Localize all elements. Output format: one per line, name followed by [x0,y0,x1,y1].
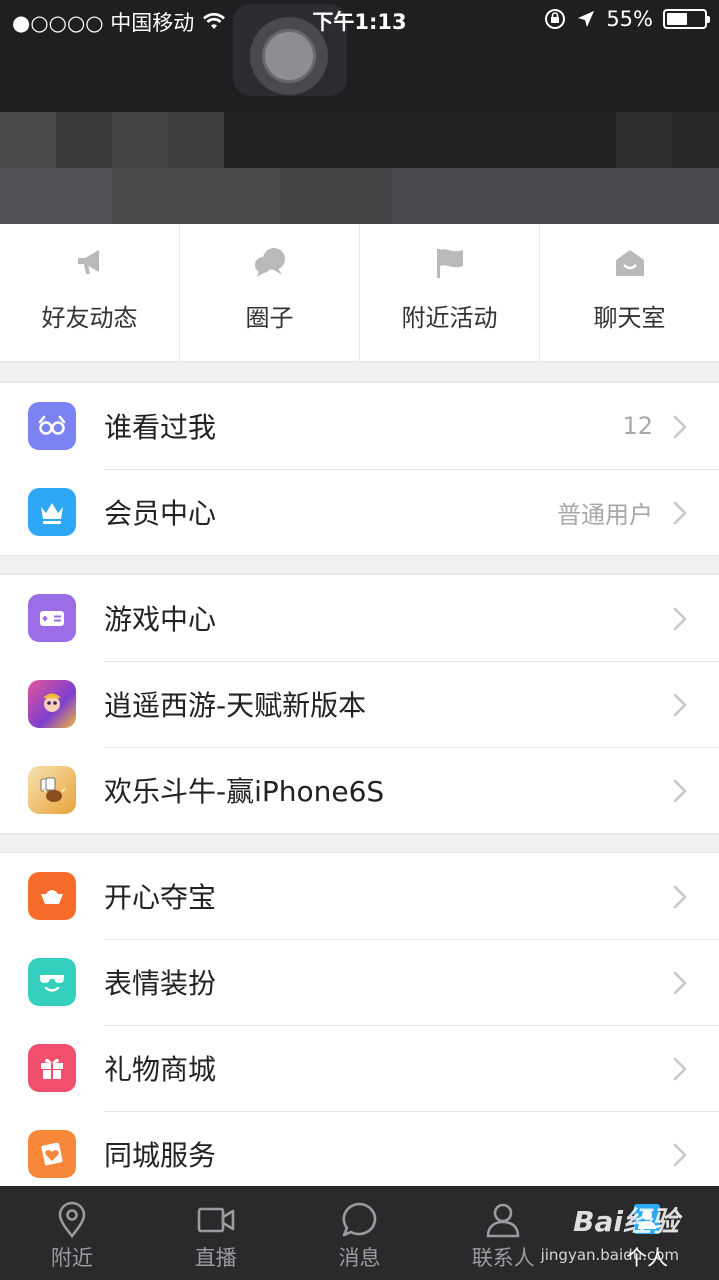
row-label: 欢乐斗牛-赢iPhone6S [104,775,385,808]
tab-messages[interactable]: 消息 [288,1186,432,1280]
quick-actions: 好友动态 圈子 附近活动 聊天室 [0,224,719,362]
row-label: 礼物商城 [104,1053,217,1086]
gift-icon [28,1044,76,1092]
chevron-right-icon [669,1056,691,1082]
orientation-lock-icon [545,9,566,29]
row-label: 逍遥西游-天赋新版本 [104,689,367,722]
chat-bubbles-icon [254,248,285,277]
ingot-icon [28,872,76,920]
blurred-profile-area [0,112,719,168]
row-sticker-outfit[interactable]: 表情装扮 [0,939,719,1025]
message-bubble-icon [342,1202,377,1237]
menu-group-games: 游戏中心 逍遥西游-天赋新版本 欢乐斗牛-赢iPhone6S [0,574,719,834]
chevron-right-icon [669,414,691,440]
quick-label: 附近活动 [401,304,498,332]
row-label: 同城服务 [104,1139,217,1172]
battery-icon [663,9,710,29]
row-gift-mall[interactable]: 礼物商城 [0,1025,719,1111]
blurred-profile-area-2 [0,168,719,224]
quick-label: 聊天室 [593,304,666,332]
status-bar: ●○○○○ 中国移动 下午1:13 55% [0,0,719,40]
flag-icon [436,249,463,278]
quick-friends-feed[interactable]: 好友动态 [0,224,180,361]
quick-circles[interactable]: 圈子 [180,224,360,361]
row-label: 表情装扮 [104,967,217,1000]
gamepad-icon [28,594,76,642]
row-label: 谁看过我 [104,411,217,444]
chevron-right-icon [669,1142,691,1168]
video-camera-icon [197,1207,234,1233]
glasses-icon [28,402,76,450]
quick-nearby-events[interactable]: 附近活动 [360,224,540,361]
person-icon [486,1203,520,1238]
menu-group-visitors: 谁看过我 12 会员中心 普通用户 [0,382,719,556]
row-city-service[interactable]: 同城服务 [0,1111,719,1197]
row-label: 游戏中心 [104,603,217,636]
member-level: 普通用户 [557,500,653,529]
chevron-right-icon [669,884,691,910]
row-label: 会员中心 [104,497,217,530]
row-game-xiyou[interactable]: 逍遥西游-天赋新版本 [0,661,719,747]
baidu-jingyan-watermark: Bai经验 [573,1205,679,1238]
chevron-right-icon [669,692,691,718]
heart-card-icon [28,1130,76,1178]
quick-chat-room[interactable]: 聊天室 [540,224,719,361]
row-game-center[interactable]: 游戏中心 [0,575,719,661]
location-arrow-icon [578,11,595,27]
tab-label: 直播 [194,1246,237,1270]
row-who-viewed-me[interactable]: 谁看过我 12 [0,383,719,469]
row-label: 开心夺宝 [104,881,217,914]
tab-nearby[interactable]: 附近 [0,1186,144,1280]
game-douniu-icon [28,766,76,814]
baidu-jingyan-url: jingyan.baidu.com [540,1246,679,1264]
row-happy-treasure[interactable]: 开心夺宝 [0,853,719,939]
sunglasses-face-icon [28,958,76,1006]
tab-label: 附近 [50,1246,93,1270]
visitor-count: 12 [622,412,653,440]
row-member-center[interactable]: 会员中心 普通用户 [0,469,719,555]
house-icon [615,250,644,276]
quick-label: 好友动态 [41,304,138,332]
tab-label: 消息 [338,1246,381,1270]
battery-percent: 55% [606,7,653,31]
tab-contacts[interactable]: 联系人 [431,1186,575,1280]
crown-icon [28,488,76,536]
location-pin-icon [58,1201,86,1239]
menu-group-services: 开心夺宝 表情装扮 礼物商城 同城服务 [0,852,719,1198]
chevron-right-icon [669,778,691,804]
chevron-right-icon [669,500,691,526]
game-xiyou-icon [28,680,76,728]
quick-label: 圈子 [245,304,294,332]
chevron-right-icon [669,606,691,632]
megaphone-icon [77,250,99,274]
profile-header: ●○○○○ 中国移动 下午1:13 55% [0,0,719,224]
row-game-douniu[interactable]: 欢乐斗牛-赢iPhone6S [0,747,719,833]
tab-live[interactable]: 直播 [144,1186,288,1280]
chevron-right-icon [669,970,691,996]
